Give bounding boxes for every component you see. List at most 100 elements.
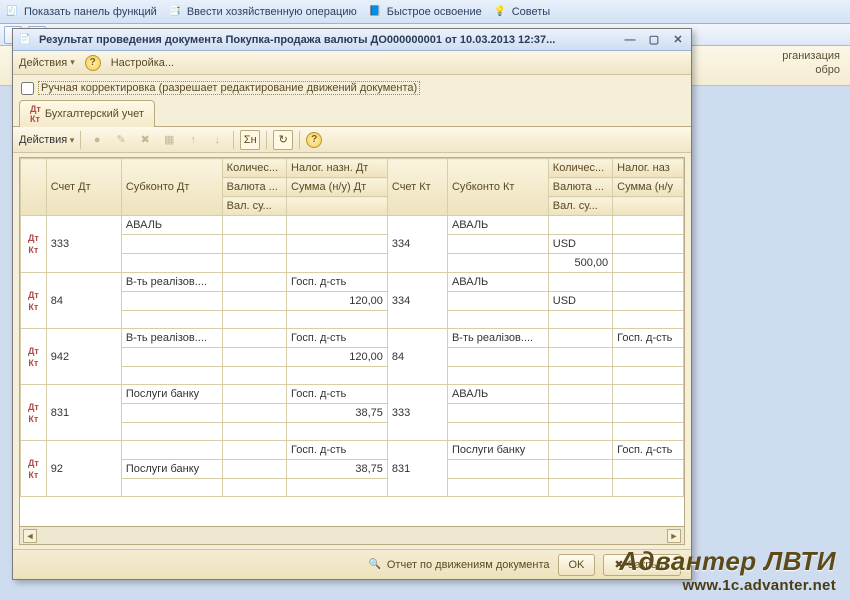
cell-tax-dt[interactable]: Госп. д-сть [287,385,388,404]
cell-blank2[interactable] [613,367,684,385]
cell-currency2[interactable] [548,404,612,423]
cell-sub-kt[interactable] [447,348,548,367]
add-row-icon[interactable]: ● [87,130,107,150]
cell-acct-dt[interactable]: 333 [46,216,121,273]
cell-qty2[interactable] [548,216,612,235]
cell-sum[interactable]: 120,00 [287,292,388,311]
quick-learn[interactable]: 📘 Быстрое освоение [367,4,482,20]
cell-tax-dt[interactable]: Госп. д-сть [287,273,388,292]
cell-sub-kt[interactable]: АВАЛЬ [447,385,548,404]
scroll-left-icon[interactable]: ◄ [23,529,37,543]
cell-sub-kt[interactable] [447,423,548,441]
cell-currency2[interactable]: USD [548,235,612,254]
hdr-sub-kt[interactable]: Субконто Кт [447,159,548,216]
minimize-button[interactable]: — [621,32,639,48]
cell-valsum2[interactable] [548,367,612,385]
cell-blank2[interactable] [613,479,684,497]
hdr-tax-dt[interactable]: Налог. назн. Дт [287,159,388,178]
hdr-valsum2[interactable]: Вал. су... [548,197,612,216]
cell-sub-kt[interactable] [447,292,548,311]
sum-icon[interactable]: Σн [240,130,260,150]
close-modal-button[interactable]: ✖ Закрыть [603,554,681,576]
move-down-icon[interactable]: ↓ [207,130,227,150]
cell-valsum[interactable] [222,311,286,329]
cell-sub-kt[interactable]: АВАЛЬ [447,273,548,292]
manual-correction-checkbox[interactable] [21,82,34,95]
cell-tax-kt[interactable]: Госп. д-сть [613,441,684,460]
cell-sum-kt[interactable] [613,404,684,423]
cell-valsum2[interactable]: 500,00 [548,254,612,273]
cell-valsum[interactable] [222,254,286,273]
cell-tax-dt[interactable]: Госп. д-сть [287,329,388,348]
close-button[interactable]: ✕ [669,32,687,48]
copy-row-icon[interactable]: ▦ [159,130,179,150]
hdr-sub-dt[interactable]: Субконто Дт [121,159,222,216]
cell-currency[interactable] [222,404,286,423]
cell-tax-kt[interactable] [613,385,684,404]
table-actions-menu[interactable]: Действия [19,134,74,146]
hdr-acct-dt[interactable]: Счет Дт [46,159,121,216]
tips[interactable]: 💡 Советы [492,4,550,20]
cell-qty1[interactable] [222,329,286,348]
cell-blank2[interactable] [613,254,684,273]
table-row[interactable]: ДтКт942В-ть реалізов....Госп. д-сть84В-т… [21,329,684,348]
maximize-button[interactable]: ▢ [645,32,663,48]
cell-sub-dt[interactable]: В-ть реалізов.... [121,329,222,348]
cell-sum[interactable]: 120,00 [287,348,388,367]
table-row[interactable]: ДтКт831Послуги банкуГосп. д-сть333АВАЛЬ [21,385,684,404]
cell-acct-kt[interactable]: 84 [387,329,447,385]
cell-qty1[interactable] [222,385,286,404]
cell-currency2[interactable] [548,348,612,367]
hdr-currency2[interactable]: Валюта ... [548,178,612,197]
cell-acct-dt[interactable]: 831 [46,385,121,441]
cell-sub-kt[interactable] [447,460,548,479]
cell-sum-kt[interactable] [613,292,684,311]
help-icon-2[interactable]: ? [306,132,322,148]
cell-blank[interactable] [287,423,388,441]
refresh-icon[interactable]: ↻ [273,130,293,150]
hdr-qty1[interactable]: Количес... [222,159,286,178]
enter-operation[interactable]: 📑 Ввести хозяйственную операцию [167,4,357,20]
cell-blank[interactable] [287,479,388,497]
cell-sub-kt[interactable] [447,479,548,497]
cell-qty2[interactable] [548,441,612,460]
table-row[interactable]: ДтКт84В-ть реалізов....Госп. д-сть334АВА… [21,273,684,292]
ok-button[interactable]: OK [558,554,596,576]
cell-sub-kt[interactable]: АВАЛЬ [447,216,548,235]
cell-tax-dt[interactable] [287,216,388,235]
cell-acct-dt[interactable]: 84 [46,273,121,329]
cell-currency[interactable] [222,348,286,367]
cell-currency[interactable] [222,292,286,311]
hdr-sum-nu-dt[interactable]: Сумма (н/у) Дт [287,178,388,197]
cell-acct-kt[interactable]: 831 [387,441,447,497]
table-row[interactable]: ДтКт333АВАЛЬ334АВАЛЬ [21,216,684,235]
cell-sub-dt[interactable] [121,367,222,385]
table-row[interactable]: ДтКт92Госп. д-сть831Послуги банкуГосп. д… [21,441,684,460]
cell-qty1[interactable] [222,216,286,235]
cell-currency[interactable] [222,235,286,254]
cell-qty1[interactable] [222,441,286,460]
cell-sub-dt[interactable]: АВАЛЬ [121,216,222,235]
cell-sum-kt[interactable] [613,235,684,254]
cell-sum[interactable]: 38,75 [287,404,388,423]
cell-sum-kt[interactable] [613,460,684,479]
cell-currency[interactable] [222,460,286,479]
delete-row-icon[interactable]: ✖ [135,130,155,150]
horizontal-scrollbar[interactable]: ◄ ► [19,527,685,545]
cell-tax-kt[interactable]: Госп. д-сть [613,329,684,348]
hdr-qty2[interactable]: Количес... [548,159,612,178]
cell-blank[interactable] [287,311,388,329]
cell-sub-dt[interactable]: Послуги банку [121,385,222,404]
cell-qty2[interactable] [548,273,612,292]
actions-menu[interactable]: Действия [19,57,75,69]
cell-valsum[interactable] [222,367,286,385]
cell-sub-kt[interactable] [447,311,548,329]
cell-valsum2[interactable] [548,423,612,441]
move-up-icon[interactable]: ↑ [183,130,203,150]
cell-tax-kt[interactable] [613,273,684,292]
cell-valsum2[interactable] [548,311,612,329]
cell-sub-dt[interactable] [121,348,222,367]
cell-blank[interactable] [287,367,388,385]
cell-sub-dt[interactable] [121,441,222,460]
cell-sub-dt[interactable] [121,404,222,423]
